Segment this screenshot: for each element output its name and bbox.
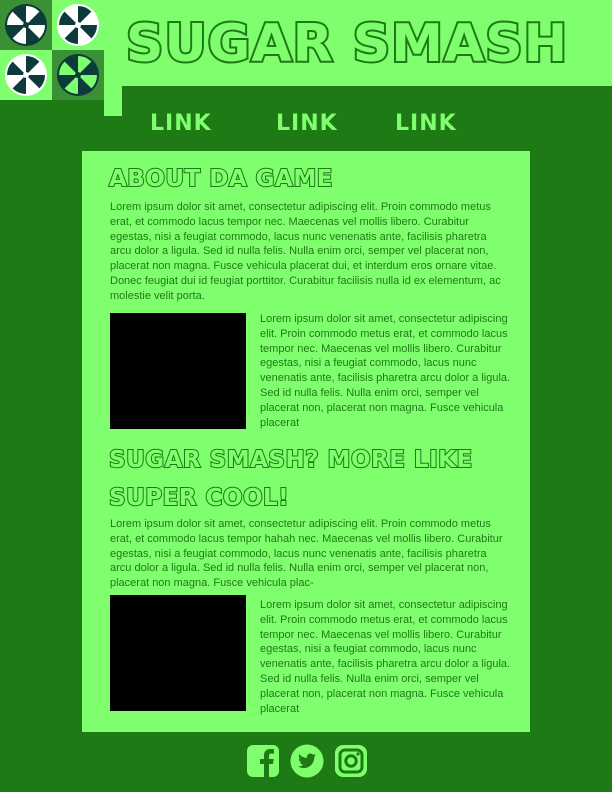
instagram-icon[interactable] [334, 744, 368, 778]
twitter-icon[interactable] [290, 744, 324, 778]
logo-tile [0, 50, 52, 100]
decorative-square [104, 100, 122, 116]
candy-swirl-icon [57, 54, 99, 96]
site-title: SUGAR SMASH [124, 12, 569, 76]
nav-link-1[interactable]: LINK [149, 106, 212, 142]
candy-swirl-icon [57, 4, 99, 46]
candy-swirl-icon [5, 54, 47, 96]
image-placeholder [110, 313, 246, 429]
image-placeholder [110, 595, 246, 711]
logo-tile [0, 0, 52, 50]
logo-tile [52, 0, 104, 50]
section-heading-about: ABOUT DA GAME [108, 165, 333, 193]
decorative-square [104, 84, 122, 100]
section-heading-cool-line1: SUGAR SMASH? MORE LIKE [108, 446, 473, 474]
facebook-icon[interactable] [246, 744, 280, 778]
section-about-side-text: Lorem ipsum dolor sit amet, consectetur … [260, 313, 511, 429]
candy-swirl-icon [5, 4, 47, 46]
section-cool-intro: Lorem ipsum dolor sit amet, consectetur … [110, 518, 503, 590]
nav-link-3[interactable]: LINK [394, 106, 457, 142]
section-cool-side-text: Lorem ipsum dolor sit amet, consectetur … [260, 599, 511, 715]
nav-link-2[interactable]: LINK [275, 106, 338, 142]
logo[interactable] [0, 0, 104, 100]
logo-tile [52, 50, 104, 100]
social-footer [246, 744, 368, 780]
section-heading-cool-line2: SUPER COOL! [108, 484, 290, 512]
main-nav: LINK LINK LINK [146, 106, 486, 146]
content-panel: ABOUT DA GAME Lorem ipsum dolor sit amet… [82, 151, 530, 732]
section-about-intro: Lorem ipsum dolor sit amet, consectetur … [110, 201, 501, 302]
